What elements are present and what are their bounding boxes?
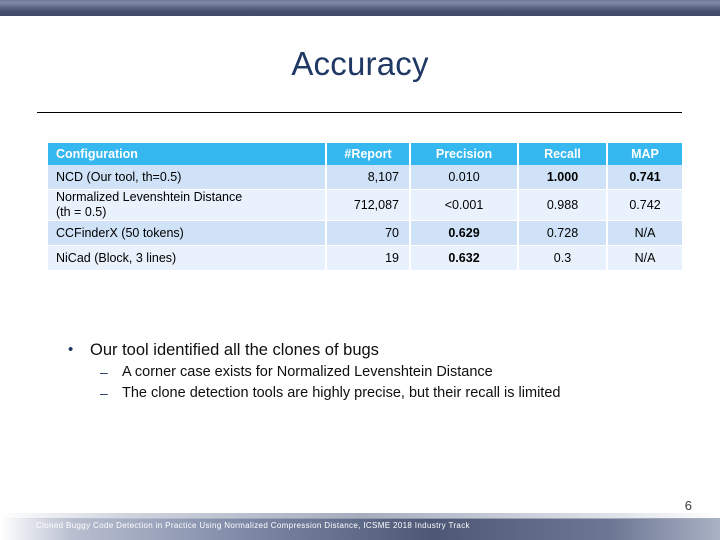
cell-configuration-line1: Normalized Levenshtein Distance [56, 190, 243, 204]
cell-report: 8,107 [326, 165, 411, 190]
top-decorative-bar [0, 0, 720, 16]
cell-precision: 0.632 [410, 245, 519, 271]
column-header-recall: Recall [518, 143, 608, 165]
cell-map: N/A [607, 220, 682, 246]
column-header-configuration: Configuration [48, 143, 327, 165]
column-header-precision: Precision [410, 143, 519, 165]
cell-report: 712,087 [326, 189, 411, 221]
page-title: Accuracy [291, 45, 429, 82]
table-row: NiCad (Block, 3 lines) 19 0.632 0.3 N/A [48, 245, 682, 271]
cell-recall: 0.988 [518, 189, 608, 221]
dash-marker-icon: – [100, 364, 108, 380]
cell-precision: <0.001 [410, 189, 519, 221]
bullet-item-main: • Our tool identified all the clones of … [64, 338, 694, 362]
table-row: CCFinderX (50 tokens) 70 0.629 0.728 N/A [48, 220, 682, 246]
cell-precision: 0.629 [410, 220, 519, 246]
dash-marker-icon: – [100, 385, 108, 401]
column-header-map: MAP [607, 143, 682, 165]
title-divider [37, 112, 682, 113]
cell-configuration: NiCad (Block, 3 lines) [48, 245, 327, 271]
column-header-report: #Report [326, 143, 411, 165]
cell-report: 19 [326, 245, 411, 271]
bullet-main-text: Our tool identified all the clones of bu… [90, 341, 379, 359]
bullet-list: • Our tool identified all the clones of … [64, 338, 694, 404]
cell-recall: 0.3 [518, 245, 608, 271]
cell-configuration: NCD (Our tool, th=0.5) [48, 165, 327, 190]
cell-map: 0.742 [607, 189, 682, 221]
cell-report: 70 [326, 220, 411, 246]
bullet-marker-icon: • [68, 341, 74, 358]
bullet-sub-text: A corner case exists for Normalized Leve… [122, 364, 493, 380]
cell-configuration: CCFinderX (50 tokens) [48, 220, 327, 246]
footer-bar: Cloned Buggy Code Detection in Practice … [0, 513, 720, 540]
bullet-item-sub: – The clone detection tools are highly p… [64, 383, 694, 404]
footer-text: Cloned Buggy Code Detection in Practice … [36, 521, 470, 530]
page-number: 6 [684, 498, 692, 513]
table-header-row: Configuration #Report Precision Recall M… [48, 143, 682, 165]
cell-recall: 0.728 [518, 220, 608, 246]
cell-configuration: Normalized Levenshtein Distance (th = 0.… [48, 189, 327, 221]
bullet-item-sub: – A corner case exists for Normalized Le… [64, 362, 694, 383]
cell-map: N/A [607, 245, 682, 271]
cell-recall: 1.000 [518, 165, 608, 190]
accuracy-results-table: Configuration #Report Precision Recall M… [48, 143, 682, 271]
cell-precision: 0.010 [410, 165, 519, 190]
cell-configuration-line2: (th = 0.5) [56, 205, 107, 219]
bullet-sub-text: The clone detection tools are highly pre… [122, 385, 561, 401]
table-row: NCD (Our tool, th=0.5) 8,107 0.010 1.000… [48, 165, 682, 190]
cell-map: 0.741 [607, 165, 682, 190]
table-row: Normalized Levenshtein Distance (th = 0.… [48, 189, 682, 221]
